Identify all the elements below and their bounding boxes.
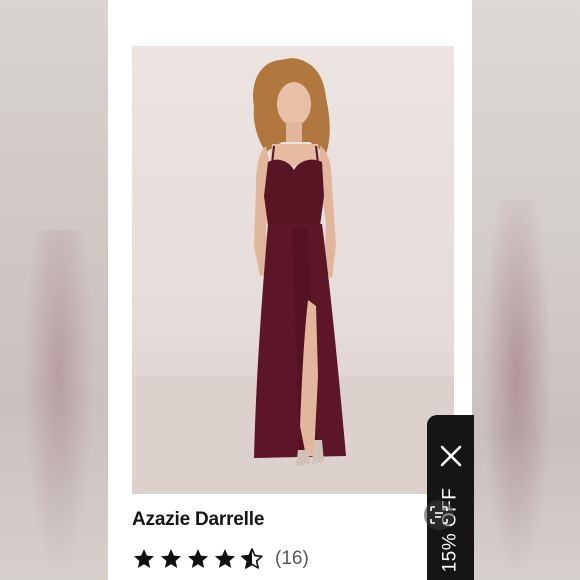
discount-label[interactable]: 15% OFF	[436, 480, 464, 580]
rating-row[interactable]: (16)	[132, 546, 309, 572]
star-full-icon	[161, 549, 181, 568]
product-name[interactable]: Azazie Darrelle	[132, 509, 264, 531]
product-card[interactable]: Azazie Darrelle (16)	[108, 0, 472, 580]
visual-search-button[interactable]	[424, 500, 454, 530]
review-count[interactable]: (16)	[275, 548, 309, 570]
visual-search-icon	[430, 506, 448, 524]
star-full-icon	[134, 549, 154, 568]
star-full-icon	[215, 549, 235, 568]
discount-tab[interactable]: 15% OFF	[427, 415, 474, 580]
background-blur-left	[0, 0, 108, 580]
screenshot-stage: Azazie Darrelle (16) 15% OFF	[0, 0, 580, 580]
star-full-icon	[188, 549, 208, 568]
product-photo[interactable]	[132, 46, 454, 494]
star-half-icon	[241, 548, 263, 569]
background-blur-right	[472, 0, 580, 580]
close-icon[interactable]	[438, 443, 464, 469]
